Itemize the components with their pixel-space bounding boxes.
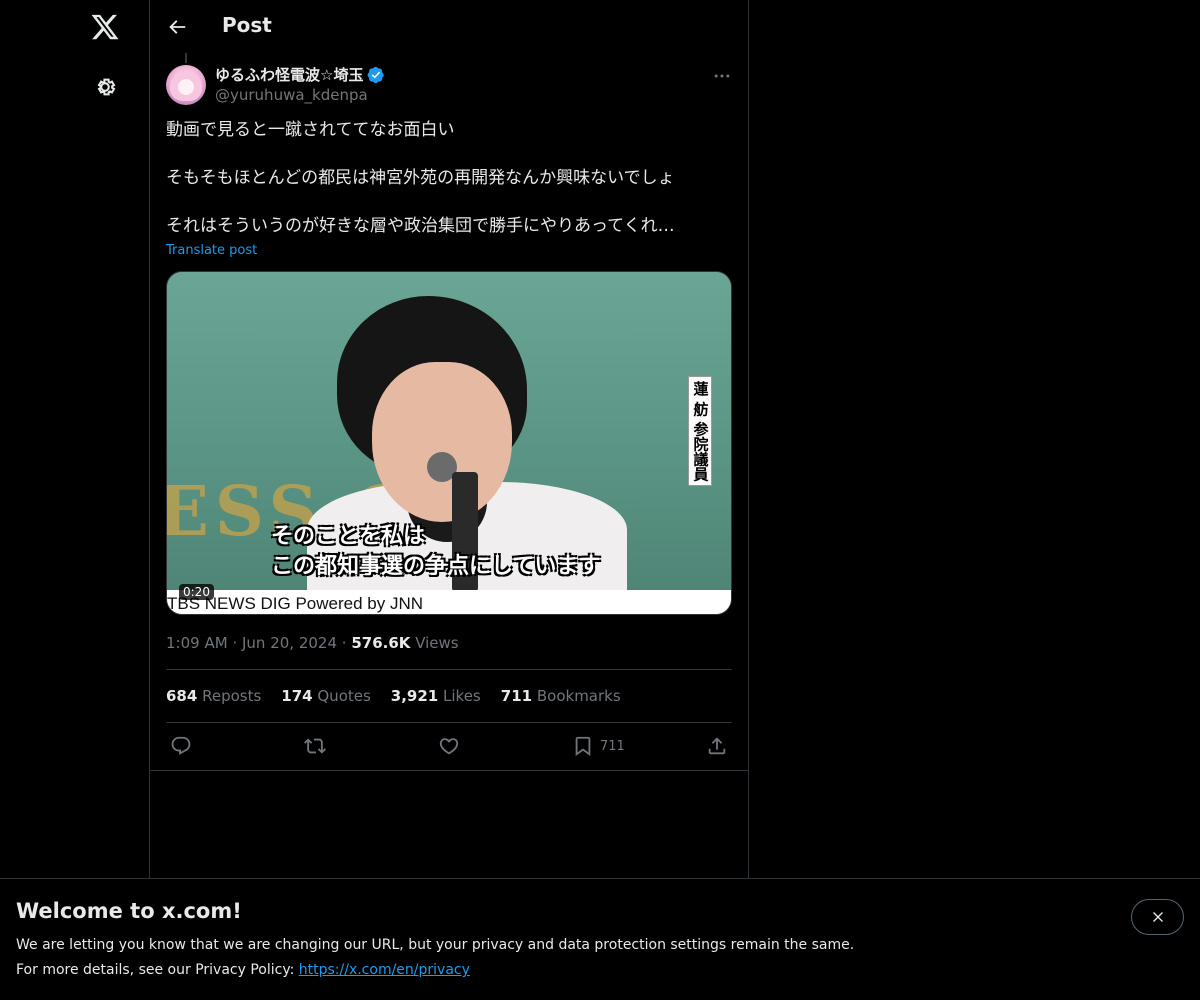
thread-line	[185, 53, 187, 63]
privacy-policy-link[interactable]: https://x.com/en/privacy	[299, 962, 470, 978]
post-date[interactable]: Jun 20, 2024	[242, 634, 337, 652]
post-header: Post	[150, 0, 748, 54]
bookmarks-stat[interactable]: 711 Bookmarks	[501, 687, 621, 705]
reply-icon	[171, 736, 191, 755]
banner-title: Welcome to x.com!	[16, 899, 242, 923]
page-title: Post	[222, 13, 272, 37]
divider	[150, 770, 748, 771]
bookmark-button[interactable]: 711	[572, 733, 625, 759]
bookmark-icon	[575, 736, 591, 757]
post-stats: 684 Reposts 174 Quotes 3,921 Likes 711 B…	[166, 687, 621, 705]
action-bar: 711	[150, 733, 748, 761]
share-icon	[708, 737, 726, 755]
repost-button[interactable]	[304, 733, 326, 759]
divider	[166, 669, 732, 670]
name-card: 蓮 舫 参院議員	[688, 376, 712, 486]
post-text-line: それはそういうのが好きな層や政治集団で勝手にやりあってくれ…	[166, 216, 675, 236]
banner-message: We are letting you know that we are chan…	[16, 937, 855, 953]
translate-post-link[interactable]: Translate post	[166, 243, 257, 258]
banner-privacy-line: For more details, see our Privacy Policy…	[16, 962, 470, 978]
author-name-row: ゆるふわ怪電波☆埼玉	[215, 64, 385, 85]
close-icon	[1152, 912, 1163, 922]
close-banner-button[interactable]	[1131, 899, 1184, 935]
heart-icon	[439, 738, 459, 755]
x-logo-icon[interactable]	[90, 12, 120, 42]
post-meta: 1:09 AM · Jun 20, 2024 · 576.6K Views	[166, 634, 459, 652]
views-label: Views	[415, 634, 459, 652]
post-text-line: 動画で見ると一蹴されててなお面白い	[166, 120, 455, 140]
main-column: Post ゆるふわ怪電波☆埼玉 @yuruhuwa_kdenpa 動画で見ると一…	[150, 0, 749, 1000]
reposts-stat[interactable]: 684 Reposts	[166, 687, 261, 705]
welcome-banner: Welcome to x.com! We are letting you kno…	[0, 878, 1200, 1000]
post-text: 動画で見ると一蹴されててなお面白い そもそもほとんどの都民は神宮外苑の再開発なん…	[166, 118, 732, 262]
author-handle[interactable]: @yuruhuwa_kdenpa	[215, 86, 368, 104]
like-button[interactable]	[438, 733, 460, 759]
share-button[interactable]	[706, 733, 728, 759]
left-rail	[0, 0, 150, 1000]
quotes-stat[interactable]: 174 Quotes	[281, 687, 371, 705]
bookmark-count: 711	[600, 738, 625, 754]
post-time[interactable]: 1:09 AM	[166, 634, 228, 652]
reply-button[interactable]	[170, 733, 192, 759]
video-subtitle: そのことを私は この都知事選の争点にしています	[271, 524, 601, 579]
post-text-line: そもそもほとんどの都民は神宮外苑の再開発なんか興味ないでしょ	[166, 168, 675, 188]
gear-icon[interactable]	[92, 74, 118, 100]
back-arrow-icon[interactable]	[166, 16, 188, 38]
avatar[interactable]	[166, 65, 206, 105]
repost-icon	[304, 738, 326, 754]
video-duration-badge: 0:20	[179, 584, 214, 600]
video-player[interactable]: ESS CL 蓮 舫 参院議員 そのことを私は この都知事選の争点にしています …	[166, 271, 732, 615]
likes-stat[interactable]: 3,921 Likes	[391, 687, 481, 705]
author-display-name[interactable]: ゆるふわ怪電波☆埼玉	[215, 64, 363, 85]
divider	[166, 722, 732, 723]
more-dots-icon[interactable]	[712, 66, 732, 86]
verified-badge-icon	[368, 66, 385, 83]
views-count: 576.6K	[351, 634, 411, 652]
